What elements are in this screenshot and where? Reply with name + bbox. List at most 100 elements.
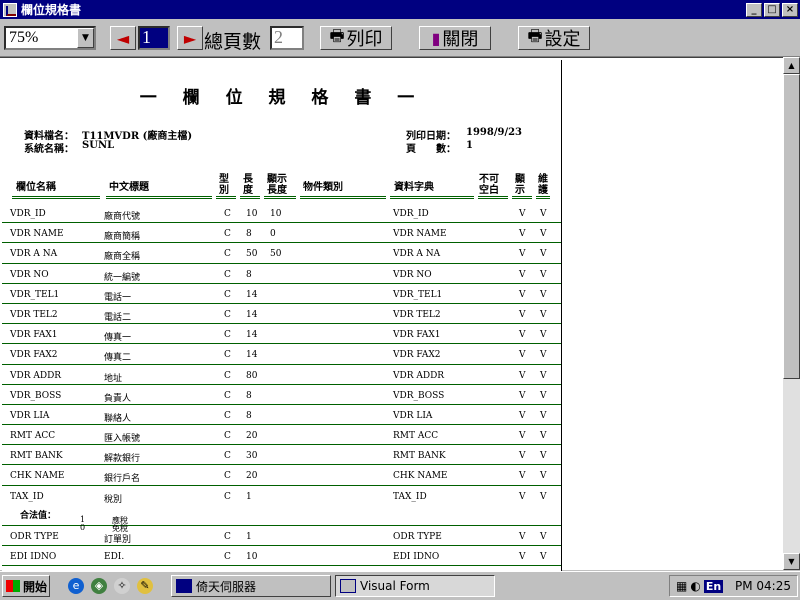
- scroll-up-button[interactable]: ▲: [783, 57, 800, 74]
- cell-chinese-title: 訂單別: [104, 534, 132, 545]
- form-app-icon: [340, 579, 356, 593]
- cell-display: V: [519, 289, 526, 300]
- cell-length: 10: [246, 551, 258, 562]
- settings-label: 設定: [544, 29, 581, 50]
- cell-maintain: V: [540, 289, 547, 300]
- print-button[interactable]: 🖶 列印: [320, 26, 392, 50]
- cell-dictionary: VDR A NA: [393, 249, 441, 260]
- cell-length: 50: [246, 249, 258, 260]
- preview-area[interactable]: 一 欄 位 規 格 書 一 資料檔名： T11MVDR (廠商主檔) 系統名稱：…: [0, 57, 783, 571]
- vertical-scrollbar[interactable]: ▲ ▼: [783, 57, 800, 570]
- cell-maintain: V: [540, 269, 547, 280]
- windows-logo-icon: [6, 580, 20, 592]
- cell-length: 20: [246, 471, 258, 482]
- cell-maintain: V: [540, 330, 547, 341]
- table-row: VDR FAX2 傳真二 C 14 VDR FAX2 V V: [2, 344, 561, 365]
- cell-dictionary: VDR NO: [393, 269, 432, 280]
- cell-length: 14: [246, 350, 258, 361]
- cell-maintain: V: [540, 350, 547, 361]
- app-icon[interactable]: [3, 2, 17, 17]
- col-length: 長度: [243, 174, 253, 196]
- minimize-button[interactable]: _: [746, 2, 762, 17]
- cell-chinese-title: 匯入帳號: [104, 434, 141, 445]
- zoom-select[interactable]: 75% ▼: [4, 26, 96, 50]
- cell-dictionary: VDR ADDR: [393, 370, 445, 381]
- cell-type: C: [224, 330, 231, 341]
- cell-chinese-title: 地址: [104, 373, 123, 384]
- task-button-server[interactable]: 倚天伺服器: [171, 575, 331, 597]
- cell-field-name: RMT ACC: [10, 431, 56, 442]
- ie-icon[interactable]: e: [68, 578, 84, 594]
- desktop-icon[interactable]: ◈: [91, 578, 107, 594]
- close-button[interactable]: ×: [782, 2, 798, 17]
- cell-type: C: [224, 370, 231, 381]
- cell-maintain: V: [540, 209, 547, 219]
- settings-button[interactable]: 🖶 設定: [518, 26, 590, 50]
- scroll-thumb[interactable]: [783, 74, 800, 379]
- cell-length: 30: [246, 451, 258, 462]
- cell-length: 8: [246, 410, 252, 421]
- header-rule: [536, 196, 550, 199]
- cell-type: C: [224, 309, 231, 320]
- cell-dictionary: ODR TYPE: [393, 531, 442, 542]
- cell-type: C: [224, 209, 231, 219]
- col-display: 顯示: [515, 174, 525, 196]
- edit-icon[interactable]: ✎: [137, 578, 153, 594]
- cell-display-length: 0: [270, 229, 276, 240]
- header-rule: [12, 196, 100, 199]
- cell-type: C: [224, 289, 231, 300]
- table-row: RMT BANK 解款銀行 C 30 RMT BANK V V: [2, 445, 561, 466]
- cell-chinese-title: 統一編號: [104, 272, 141, 283]
- valid-values-label: 合法值：: [20, 510, 57, 521]
- network-icon[interactable]: ▦: [676, 579, 687, 593]
- cell-type: C: [224, 249, 231, 260]
- cell-maintain: V: [540, 410, 547, 421]
- cell-type: C: [224, 531, 231, 542]
- start-button[interactable]: 開始: [2, 575, 50, 597]
- chevron-down-icon[interactable]: ▼: [77, 28, 94, 48]
- cell-type: C: [224, 491, 231, 502]
- scroll-down-button[interactable]: ▼: [783, 553, 800, 570]
- cell-maintain: V: [540, 309, 547, 320]
- col-field-name: 欄位名稱: [16, 182, 56, 193]
- cell-display: V: [519, 451, 526, 462]
- prev-page-button[interactable]: ◄: [110, 26, 136, 50]
- cell-display-length: 10: [270, 209, 282, 219]
- table-row: VDR_TEL1 電話一 C 14 VDR_TEL1 V V: [2, 284, 561, 304]
- cell-chinese-title: 稅別: [104, 494, 123, 505]
- cell-field-name: VDR FAX2: [10, 350, 58, 361]
- cell-type: C: [224, 390, 231, 401]
- cell-type: C: [224, 269, 231, 280]
- channel-icon[interactable]: ✧: [114, 578, 130, 594]
- language-indicator[interactable]: En: [703, 579, 724, 593]
- cell-chinese-title: 聯絡人: [104, 413, 132, 424]
- cell-chinese-title: 電話一: [104, 292, 132, 303]
- clock[interactable]: PM 04:25: [735, 579, 791, 593]
- cell-display: V: [519, 350, 526, 361]
- printer-setup-icon: 🖶: [527, 25, 543, 45]
- col-chinese-title: 中文標題: [109, 182, 149, 193]
- close-report-button[interactable]: ▮ 關閉: [419, 26, 491, 50]
- cell-display: V: [519, 269, 526, 280]
- cell-field-name: VDR_ID: [10, 209, 46, 219]
- header-rule: [240, 196, 260, 199]
- current-page-input[interactable]: 1: [138, 26, 170, 50]
- next-page-button[interactable]: ►: [177, 26, 203, 50]
- cell-length: 8: [246, 390, 252, 401]
- arrow-right-icon: ►: [183, 28, 197, 48]
- cell-field-name: VDR_BOSS: [10, 390, 62, 401]
- cell-maintain: V: [540, 531, 547, 542]
- cell-display: V: [519, 249, 526, 260]
- table-row: VDR A NA 廠商全稱 C 50 50 VDR A NA V V: [2, 243, 561, 264]
- volume-icon[interactable]: ◐: [690, 579, 700, 593]
- maximize-button[interactable]: □: [764, 2, 780, 17]
- header-rule: [106, 196, 212, 199]
- task-button-visual-form[interactable]: Visual Form: [335, 575, 495, 597]
- col-display-length: 顯示長度: [267, 174, 287, 196]
- cell-display-length: 50: [270, 249, 282, 260]
- cell-length: 14: [246, 309, 258, 320]
- report-page: 一 欄 位 規 格 書 一 資料檔名： T11MVDR (廠商主檔) 系統名稱：…: [2, 60, 562, 571]
- cell-field-name: ODR TYPE: [10, 531, 59, 542]
- cell-chinese-title: EDI.: [104, 551, 125, 562]
- cell-type: C: [224, 471, 231, 482]
